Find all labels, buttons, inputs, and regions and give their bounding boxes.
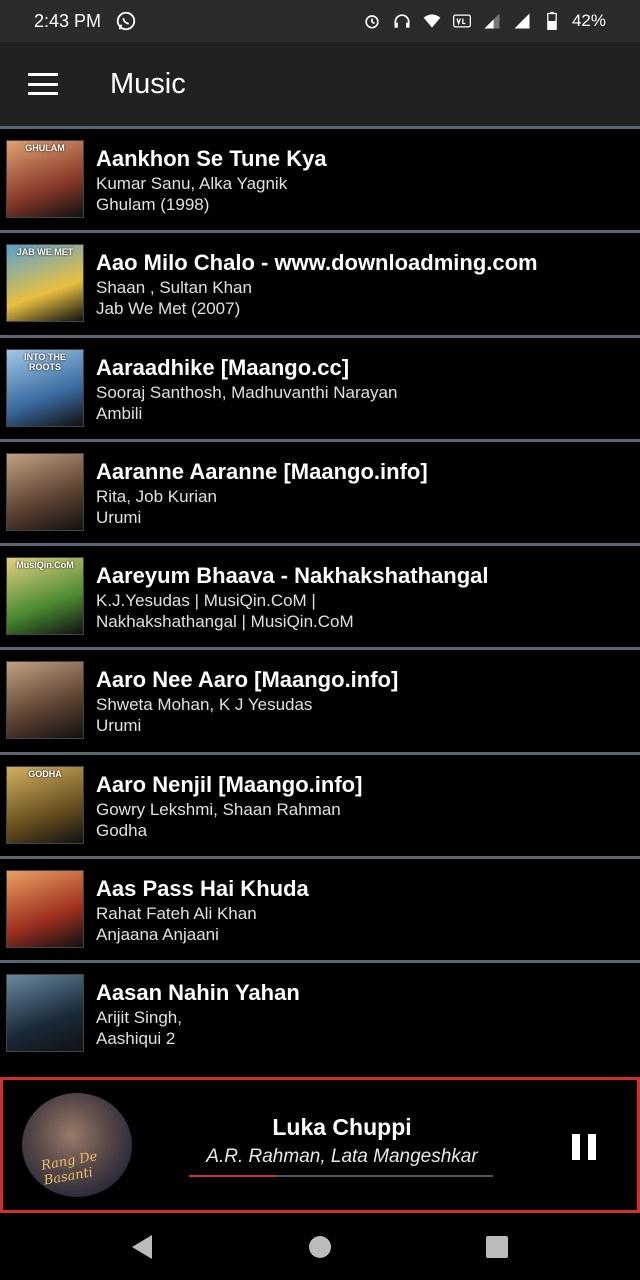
song-row[interactable]: Aaro Nee Aaro [Maango.info] Shweta Mohan,… — [0, 647, 640, 751]
progress-fill — [189, 1175, 278, 1177]
album-art-disc[interactable]: Rang De Basanti — [22, 1093, 132, 1197]
album-cover: GODHA — [6, 765, 84, 844]
song-row[interactable]: Aasan Nahin Yahan Arijit Singh, Aashiqui 2 — [0, 960, 640, 1064]
back-icon[interactable] — [130, 1234, 154, 1260]
signal-icon — [484, 13, 500, 29]
whatsapp-icon — [116, 11, 136, 31]
album-cover: JAB WE MET — [6, 244, 84, 323]
song-album: Urumi — [96, 716, 142, 736]
album-cover: GHULAM — [6, 140, 84, 218]
song-album: Ghulam (1998) — [96, 195, 210, 214]
song-title: Aaro Nenjil [Maango.info] — [96, 771, 363, 797]
signal-icon-2 — [514, 13, 530, 29]
song-title: Aaraadhike [Maango.cc] — [96, 354, 350, 380]
album-cover: INTO THE ROOTS — [6, 348, 84, 427]
song-artist: Kumar Sanu, Alka Yagnik — [96, 174, 288, 193]
song-album: Aashiqui 2 — [96, 1029, 176, 1049]
battery-percent: 42% — [571, 11, 606, 30]
album-cover — [6, 452, 84, 531]
album-cover — [6, 974, 84, 1053]
song-artist: Gowry Lekshmi, Shaan Rahman — [96, 799, 341, 819]
volte-icon — [453, 14, 471, 28]
wifi-icon — [423, 14, 441, 28]
headphones-icon — [394, 14, 410, 28]
status-time: 2:43 PM — [34, 10, 102, 31]
page-title: Music — [110, 67, 186, 100]
album-cover-text: GODHA — [28, 768, 62, 779]
song-row[interactable]: Aas Pass Hai Khuda Rahat Fateh Ali Khan An… — [0, 856, 640, 960]
song-artist: Sooraj Santhosh, Madhuvanthi Narayan — [96, 382, 398, 402]
song-album: Godha — [96, 820, 148, 840]
now-playing-artist: A.R. Rahman, Lata Mangeshkar — [206, 1146, 478, 1167]
album-cover-art — [7, 975, 83, 1052]
song-title: Aao Milo Chalo - www.downloadming.com — [96, 250, 538, 276]
song-row[interactable]: Aaranne Aaranne [Maango.info] Rita, Job K… — [0, 438, 640, 543]
song-artist: Rita, Job Kurian — [96, 486, 217, 506]
song-album: Nakhakshathangal | MusiQin.CoM — [96, 612, 354, 632]
song-title: Aankhon Se Tune Kya — [96, 146, 327, 171]
alarm-icon — [365, 15, 379, 29]
song-row[interactable]: GODHA Aaro Nenjil [Maango.info] Gowry Leks… — [0, 751, 640, 856]
now-playing-bar[interactable]: Rang De Basanti Luka Chuppi A.R. Rahman,… — [0, 1077, 640, 1213]
song-artist: Arijit Singh, — [96, 1008, 182, 1028]
song-title: Aaro Nee Aaro [Maango.info] — [96, 667, 399, 693]
battery-icon — [547, 11, 557, 30]
song-album: Ambili — [96, 403, 143, 423]
album-cover-art — [7, 453, 83, 530]
song-row[interactable]: JAB WE MET Aao Milo Chalo - www.downloadm… — [0, 230, 640, 334]
song-artist: Shaan , Sultan Khan — [96, 278, 252, 298]
menu-icon[interactable] — [28, 73, 58, 95]
song-title: Aareyum Bhaava - Nakhakshathangal — [96, 563, 489, 589]
app-bar: Music — [0, 42, 640, 126]
disc-cover-text: Rang De Basanti — [40, 1149, 99, 1189]
album-cover-art — [7, 871, 83, 948]
recents-icon[interactable] — [486, 1234, 510, 1260]
progress-bar[interactable] — [189, 1175, 493, 1177]
home-icon[interactable] — [309, 1234, 333, 1260]
song-title: Aasan Nahin Yahan — [96, 980, 300, 1006]
now-playing-title: Luka Chuppi — [272, 1114, 412, 1140]
album-cover — [6, 661, 84, 740]
song-album: Urumi — [96, 507, 142, 527]
song-artist: Rahat Fateh Ali Khan — [96, 904, 257, 924]
album-cover-text: INTO THE ROOTS — [24, 351, 66, 372]
song-album: Anjaana Anjaani — [96, 925, 219, 945]
song-row[interactable]: MusiQin.CoM Aareyum Bhaava - Nakhakshatha… — [0, 543, 640, 647]
song-artist: K.J.Yesudas | MusiQin.CoM | — [96, 591, 316, 611]
album-cover-art — [7, 662, 83, 739]
album-cover-text: MusiQin.CoM — [16, 560, 74, 571]
song-artist: Shweta Mohan, K J Yesudas — [96, 695, 313, 715]
album-cover-text: GHULAM — [25, 143, 65, 153]
song-album: Jab We Met (2007) — [96, 299, 241, 319]
status-bar: 2:43 PM 42% — [0, 0, 640, 42]
song-list[interactable]: GHULAM Aankhon Se Tune Kya Kumar Sanu, Alk… — [0, 126, 640, 1066]
album-cover — [6, 870, 84, 949]
pause-button[interactable] — [572, 1134, 596, 1160]
song-title: Aaranne Aaranne [Maango.info] — [96, 458, 428, 484]
album-cover: MusiQin.CoM — [6, 557, 84, 636]
song-title: Aas Pass Hai Khuda — [96, 876, 309, 902]
song-row[interactable]: GHULAM Aankhon Se Tune Kya Kumar Sanu, Alk… — [0, 126, 640, 230]
system-nav-bar — [0, 1213, 640, 1280]
song-row[interactable]: INTO THE ROOTS Aaraadhike [Maango.cc] Soor… — [0, 334, 640, 439]
album-cover-text: JAB WE MET — [16, 247, 74, 258]
